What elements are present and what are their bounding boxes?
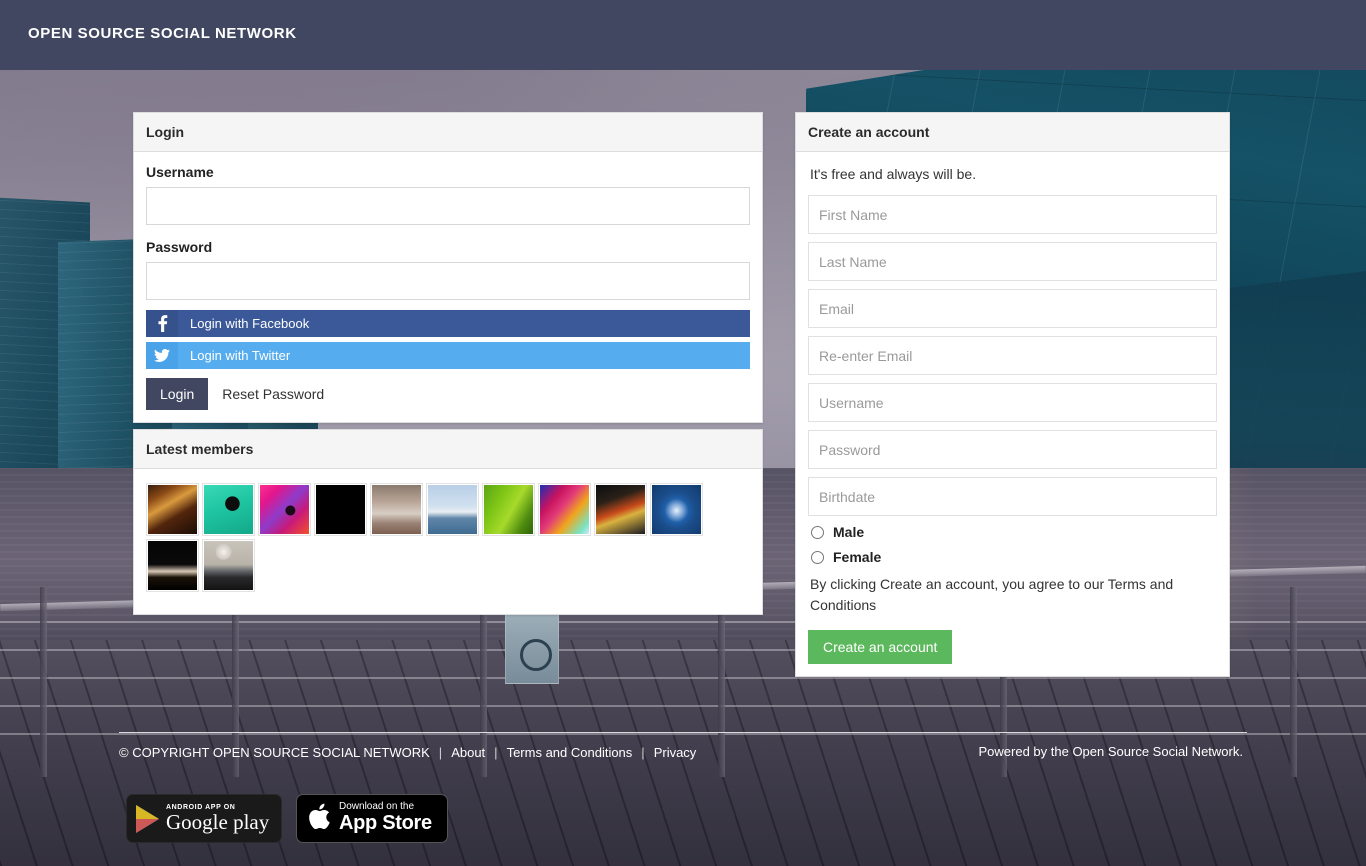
create-account-panel: Create an account It's free and always w… — [795, 112, 1230, 677]
login-submit-button[interactable]: Login — [146, 378, 209, 410]
member-avatar-5-image — [372, 485, 421, 534]
footer-link-about[interactable]: About — [451, 745, 485, 760]
member-avatar-8-image — [540, 485, 589, 534]
footer-link-privacy[interactable]: Privacy — [654, 745, 697, 760]
member-avatar-3[interactable] — [258, 483, 311, 536]
member-avatar-2-image — [204, 485, 253, 534]
member-avatar-4-image — [316, 485, 365, 534]
google-play-badge[interactable]: ANDROID APP ON Google play — [126, 794, 282, 843]
footer-separator-2: | — [494, 745, 498, 760]
latest-members-grid — [146, 481, 750, 602]
login-panel: Login Username Password Login with Faceb… — [133, 112, 763, 423]
reenter-email-field[interactable] — [808, 336, 1217, 375]
reset-password-link[interactable]: Reset Password — [222, 386, 324, 402]
gender-female-radio[interactable] — [811, 550, 824, 564]
member-avatar-11[interactable] — [146, 539, 199, 592]
password-label: Password — [146, 239, 213, 255]
app-store-badge[interactable]: Download on the App Store — [296, 794, 448, 843]
terms-agreement-text: By clicking Create an account, you agree… — [810, 576, 1174, 613]
login-with-twitter-label: Login with Twitter — [190, 348, 291, 363]
member-avatar-11-image — [148, 541, 197, 590]
site-brand-title[interactable]: OPEN SOURCE SOCIAL NETWORK — [28, 25, 297, 42]
password-field[interactable] — [808, 430, 1217, 469]
powered-by-prefix: Powered by — [978, 744, 1051, 759]
member-avatar-7-image — [484, 485, 533, 534]
login-with-facebook-button[interactable]: Login with Facebook — [146, 310, 750, 337]
username-field[interactable] — [808, 383, 1217, 422]
member-avatar-9[interactable] — [594, 483, 647, 536]
apple-icon — [307, 802, 331, 836]
footer-divider — [119, 732, 1247, 733]
twitter-icon — [146, 342, 178, 369]
email-field[interactable] — [808, 289, 1217, 328]
footer-copyright: © COPYRIGHT OPEN SOURCE SOCIAL NETWORK — [119, 745, 430, 760]
login-with-facebook-label: Login with Facebook — [190, 316, 310, 331]
gender-male-label[interactable]: Male — [833, 524, 864, 540]
gender-female-row[interactable]: Female — [811, 549, 1217, 565]
create-account-fields — [808, 195, 1217, 516]
gender-male-radio[interactable] — [811, 525, 824, 539]
member-avatar-10-image — [652, 485, 701, 534]
member-avatar-12-image — [204, 541, 253, 590]
footer-link-terms[interactable]: Terms and Conditions — [507, 745, 633, 760]
member-avatar-6-image — [428, 485, 477, 534]
username-label: Username — [146, 164, 214, 180]
first-name-field[interactable] — [808, 195, 1217, 234]
google-play-big-label: Google play — [166, 810, 270, 835]
member-avatar-2[interactable] — [202, 483, 255, 536]
create-account-title: Create an account — [796, 113, 1229, 152]
birthdate-field[interactable] — [808, 477, 1217, 516]
member-avatar-1[interactable] — [146, 483, 199, 536]
powered-by-suffix: . — [1239, 744, 1243, 759]
latest-members-title: Latest members — [134, 430, 762, 469]
gender-female-label[interactable]: Female — [833, 549, 881, 565]
member-avatar-12[interactable] — [202, 539, 255, 592]
powered-by-link[interactable]: the Open Source Social Network — [1051, 744, 1240, 759]
member-avatar-9-image — [596, 485, 645, 534]
gender-male-row[interactable]: Male — [811, 524, 1217, 540]
footer-separator-3: | — [641, 745, 645, 760]
create-account-submit-button[interactable]: Create an account — [808, 630, 953, 664]
powered-by-text: Powered by the Open Source Social Networ… — [979, 744, 1244, 759]
member-avatar-5[interactable] — [370, 483, 423, 536]
login-panel-title: Login — [134, 113, 762, 152]
google-play-icon — [136, 804, 159, 833]
login-username-input[interactable] — [146, 187, 750, 225]
app-store-big-label: App Store — [339, 812, 432, 835]
facebook-icon — [146, 310, 178, 337]
member-avatar-7[interactable] — [482, 483, 535, 536]
last-name-field[interactable] — [808, 242, 1217, 281]
member-avatar-3-image — [260, 485, 309, 534]
page-footer: © COPYRIGHT OPEN SOURCE SOCIAL NETWORK |… — [119, 732, 1247, 852]
login-page: OPEN SOURCE SOCIAL NETWORK Login Usernam… — [0, 0, 1366, 866]
app-store-badges-row: ANDROID APP ON Google play Download on t… — [126, 794, 448, 843]
member-avatar-8[interactable] — [538, 483, 591, 536]
member-avatar-6[interactable] — [426, 483, 479, 536]
login-with-twitter-button[interactable]: Login with Twitter — [146, 342, 750, 369]
latest-members-panel: Latest members — [133, 429, 763, 615]
member-avatar-10[interactable] — [650, 483, 703, 536]
create-account-subtitle: It's free and always will be. — [810, 166, 977, 182]
member-avatar-1-image — [148, 485, 197, 534]
member-avatar-4[interactable] — [314, 483, 367, 536]
footer-separator-1: | — [438, 745, 443, 760]
login-password-input[interactable] — [146, 262, 750, 300]
top-navigation-bar: OPEN SOURCE SOCIAL NETWORK — [0, 0, 1366, 70]
